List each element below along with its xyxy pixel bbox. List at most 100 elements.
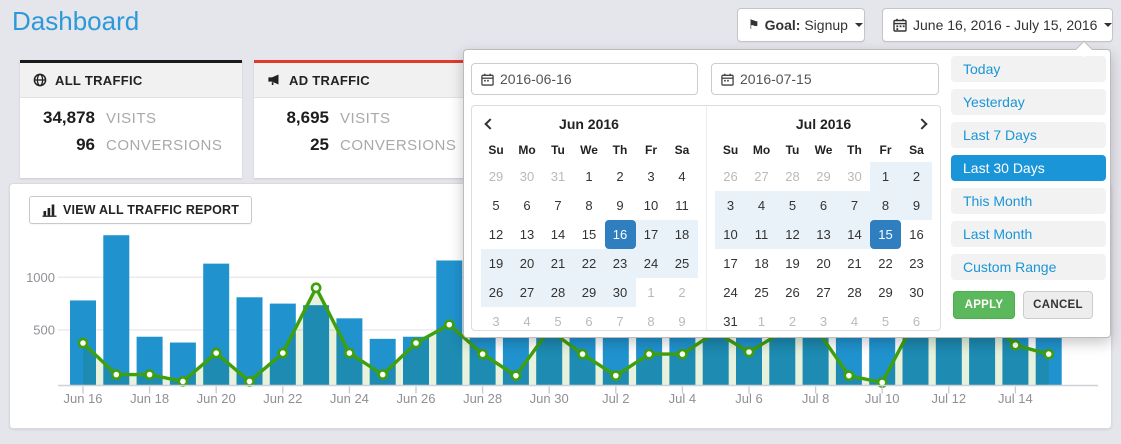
day-cell[interactable]: 7 (839, 191, 870, 220)
day-cell[interactable]: 3 (808, 307, 839, 331)
day-cell[interactable]: 3 (715, 191, 746, 220)
day-cell[interactable]: 4 (667, 162, 698, 191)
day-cell[interactable]: 6 (901, 307, 932, 331)
day-cell[interactable]: 27 (512, 278, 543, 307)
day-cell[interactable]: 29 (870, 278, 901, 307)
apply-button[interactable]: APPLY (953, 291, 1015, 319)
range-option-last-30-days[interactable]: Last 30 Days (951, 155, 1106, 181)
day-cell[interactable]: 2 (667, 278, 698, 307)
day-cell[interactable]: 20 (512, 249, 543, 278)
cancel-button[interactable]: CANCEL (1023, 291, 1093, 319)
day-cell[interactable]: 11 (667, 191, 698, 220)
day-cell[interactable]: 12 (481, 220, 512, 249)
day-cell[interactable]: 1 (574, 162, 605, 191)
day-cell[interactable]: 23 (605, 249, 636, 278)
prev-month-icon[interactable] (484, 118, 495, 129)
day-cell[interactable]: 31 (715, 307, 746, 331)
day-cell[interactable]: 7 (543, 191, 574, 220)
range-option-this-month[interactable]: This Month (951, 188, 1106, 214)
day-cell[interactable]: 3 (636, 162, 667, 191)
day-cell[interactable]: 31 (543, 162, 574, 191)
day-cell[interactable]: 6 (574, 307, 605, 331)
day-cell[interactable]: 5 (481, 191, 512, 220)
view-all-traffic-report-button[interactable]: VIEW ALL TRAFFIC REPORT (29, 196, 252, 224)
day-cell[interactable]: 2 (901, 162, 932, 191)
day-cell[interactable]: 13 (512, 220, 543, 249)
day-cell[interactable]: 23 (901, 249, 932, 278)
day-cell[interactable]: 30 (901, 278, 932, 307)
day-cell[interactable]: 19 (777, 249, 808, 278)
day-cell[interactable]: 17 (636, 220, 667, 249)
day-cell[interactable]: 28 (839, 278, 870, 307)
day-cell[interactable]: 15 (574, 220, 605, 249)
day-cell[interactable]: 10 (715, 220, 746, 249)
day-cell[interactable]: 19 (481, 249, 512, 278)
day-cell[interactable]: 26 (777, 278, 808, 307)
day-cell[interactable]: 3 (481, 307, 512, 331)
day-cell[interactable]: 8 (870, 191, 901, 220)
day-cell[interactable]: 21 (543, 249, 574, 278)
day-cell[interactable]: 26 (715, 162, 746, 191)
day-cell[interactable]: 30 (839, 162, 870, 191)
day-cell[interactable]: 4 (512, 307, 543, 331)
day-cell[interactable]: 15 (870, 220, 901, 249)
day-cell[interactable]: 20 (808, 249, 839, 278)
day-cell[interactable]: 2 (777, 307, 808, 331)
day-cell[interactable]: 27 (746, 162, 777, 191)
range-option-last-month[interactable]: Last Month (951, 221, 1106, 247)
day-cell[interactable]: 29 (481, 162, 512, 191)
day-cell[interactable]: 12 (777, 220, 808, 249)
day-cell[interactable]: 17 (715, 249, 746, 278)
day-cell[interactable]: 30 (512, 162, 543, 191)
day-cell[interactable]: 1 (746, 307, 777, 331)
day-cell[interactable]: 25 (746, 278, 777, 307)
next-month-icon[interactable] (916, 118, 927, 129)
range-option-yesterday[interactable]: Yesterday (951, 89, 1106, 115)
day-cell[interactable]: 9 (605, 191, 636, 220)
start-date-input[interactable]: 2016-06-16 (471, 63, 698, 95)
day-cell[interactable]: 26 (481, 278, 512, 307)
day-cell[interactable]: 4 (839, 307, 870, 331)
day-cell[interactable]: 18 (667, 220, 698, 249)
range-option-custom-range[interactable]: Custom Range (951, 254, 1106, 280)
day-cell[interactable]: 22 (870, 249, 901, 278)
date-range-button[interactable]: June 16, 2016 - July 15, 2016 (882, 8, 1113, 42)
day-cell[interactable]: 30 (605, 278, 636, 307)
day-cell[interactable]: 7 (605, 307, 636, 331)
day-cell[interactable]: 5 (870, 307, 901, 331)
day-cell[interactable]: 29 (808, 162, 839, 191)
day-cell[interactable]: 16 (605, 220, 636, 249)
day-cell[interactable]: 8 (574, 191, 605, 220)
range-option-today[interactable]: Today (951, 56, 1106, 82)
range-option-last-7-days[interactable]: Last 7 Days (951, 122, 1106, 148)
day-cell[interactable]: 9 (901, 191, 932, 220)
day-cell[interactable]: 13 (808, 220, 839, 249)
day-cell[interactable]: 5 (543, 307, 574, 331)
day-cell[interactable]: 2 (605, 162, 636, 191)
day-cell[interactable]: 4 (746, 191, 777, 220)
day-cell[interactable]: 22 (574, 249, 605, 278)
day-cell[interactable]: 11 (746, 220, 777, 249)
day-cell[interactable]: 6 (808, 191, 839, 220)
day-cell[interactable]: 14 (839, 220, 870, 249)
goal-dropdown-button[interactable]: ⚑ Goal: Signup (737, 8, 865, 42)
end-date-input[interactable]: 2016-07-15 (711, 63, 939, 95)
day-cell[interactable]: 5 (777, 191, 808, 220)
day-cell[interactable]: 10 (636, 191, 667, 220)
day-cell[interactable]: 21 (839, 249, 870, 278)
day-cell[interactable]: 24 (715, 278, 746, 307)
day-cell[interactable]: 1 (636, 278, 667, 307)
day-cell[interactable]: 28 (543, 278, 574, 307)
day-cell[interactable]: 28 (777, 162, 808, 191)
day-cell[interactable]: 9 (667, 307, 698, 331)
day-cell[interactable]: 18 (746, 249, 777, 278)
day-cell[interactable]: 14 (543, 220, 574, 249)
day-cell[interactable]: 8 (636, 307, 667, 331)
day-cell[interactable]: 6 (512, 191, 543, 220)
day-cell[interactable]: 27 (808, 278, 839, 307)
day-cell[interactable]: 16 (901, 220, 932, 249)
day-cell[interactable]: 24 (636, 249, 667, 278)
day-cell[interactable]: 29 (574, 278, 605, 307)
day-cell[interactable]: 25 (667, 249, 698, 278)
day-cell[interactable]: 1 (870, 162, 901, 191)
